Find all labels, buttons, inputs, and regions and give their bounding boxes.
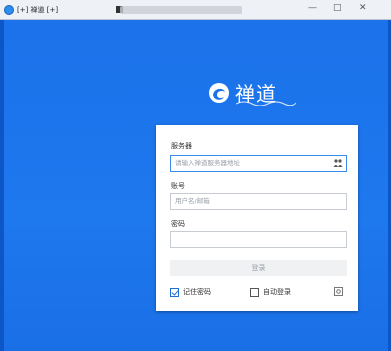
gear-icon[interactable] [334,287,343,296]
close-button[interactable]: ✕ [359,3,367,13]
account-placeholder: 用户名/邮箱 [175,197,210,205]
remember-password-option[interactable]: 记住密码 [170,287,211,297]
remember-password-label: 记住密码 [183,288,211,296]
auto-login-checkbox[interactable] [250,287,259,297]
login-button[interactable]: 登录 [170,260,347,276]
maximize-button[interactable]: □ [333,3,342,13]
taskbar: [+] 禅道 [+] — □ ✕ [0,0,391,20]
logo-wave-decoration [236,101,296,106]
peers-icon[interactable] [333,159,343,168]
minimize-button[interactable]: — [308,3,317,13]
account-label: 账号 [171,182,185,190]
password-input[interactable] [170,231,347,248]
server-input[interactable]: 请输入禅道服务器地址 [170,155,347,172]
server-placeholder: 请输入禅道服务器地址 [175,159,240,167]
auto-login-option[interactable]: 自动登录 [250,287,291,297]
remember-password-checkbox[interactable] [170,287,179,297]
account-input[interactable]: 用户名/邮箱 [170,193,347,210]
app-icon[interactable] [4,4,14,15]
obscured-tab[interactable] [120,6,242,14]
password-label: 密码 [171,220,185,228]
server-label: 服务器 [171,142,192,150]
auto-login-label: 自动登录 [263,288,291,296]
window-title: [+] 禅道 [+] [17,5,59,14]
logo-mark-icon [209,82,229,103]
login-panel: 服务器 请输入禅道服务器地址 账号 用户名/邮箱 密码 登录 记住密码 自动登录 [156,125,358,311]
